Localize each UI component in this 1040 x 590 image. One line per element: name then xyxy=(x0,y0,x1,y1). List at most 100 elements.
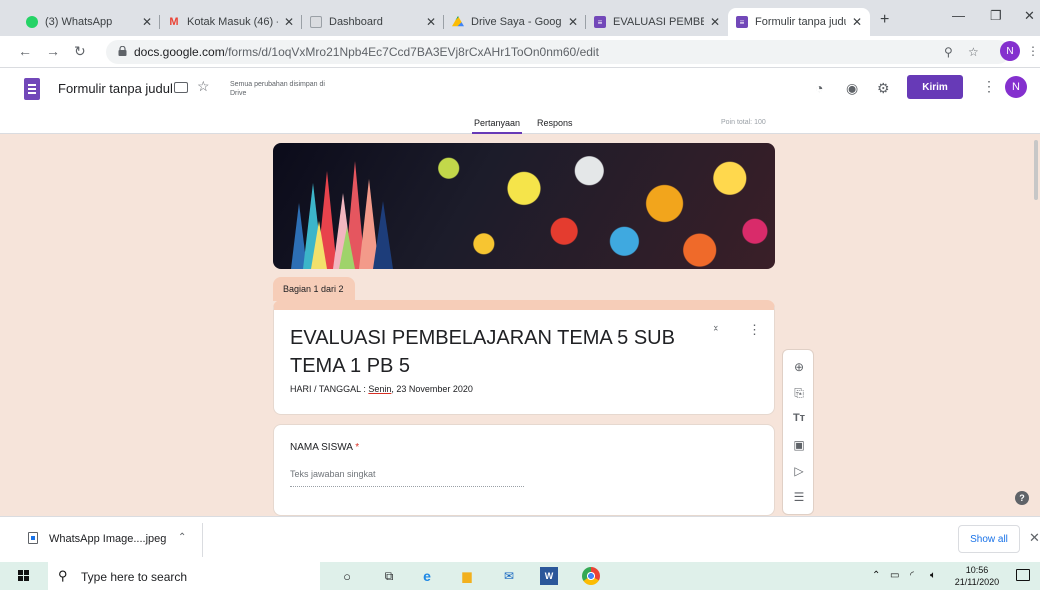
zoom-icon[interactable]: ⚲ xyxy=(944,45,953,59)
close-download-bar-icon[interactable]: ✕ xyxy=(1029,530,1040,546)
preview-eye-icon[interactable]: ◉ xyxy=(846,80,858,97)
gmail-icon: M xyxy=(169,16,179,28)
send-button[interactable]: Kirim xyxy=(907,75,963,99)
question-label: NAMA SISWA * xyxy=(290,442,359,453)
classroom-icon xyxy=(310,16,322,28)
form-title-card[interactable]: EVALUASI PEMBELAJARAN TEMA 5 SUB TEMA 1 … xyxy=(273,300,775,415)
section-indicator: Bagian 1 dari 2 xyxy=(273,277,355,301)
close-icon[interactable]: ✕ xyxy=(710,15,720,29)
palette-icon[interactable]: ◔ xyxy=(815,80,823,96)
short-answer-input[interactable]: Teks jawaban singkat xyxy=(290,469,524,487)
search-placeholder: Type here to search xyxy=(81,570,188,584)
question-card[interactable]: NAMA SISWA * Teks jawaban singkat xyxy=(273,424,775,516)
desc-day: Senin xyxy=(368,384,392,394)
total-points: Poin total: 100 xyxy=(721,119,766,126)
tab-whatsapp[interactable]: (3) WhatsApp ✕ xyxy=(18,8,160,36)
close-icon[interactable]: ✕ xyxy=(142,15,152,29)
restore-icon[interactable]: ❐ xyxy=(990,8,1002,24)
add-title-icon[interactable]: Tт xyxy=(783,412,815,424)
browser-tab-strip: (3) WhatsApp ✕ M Kotak Masuk (46) - n ✕ … xyxy=(0,0,1040,36)
add-image-icon[interactable]: ▣ xyxy=(783,438,815,452)
wifi-icon[interactable]: ◜ xyxy=(910,570,914,581)
notification-icon[interactable] xyxy=(1016,569,1030,581)
show-all-button[interactable]: Show all xyxy=(958,525,1020,553)
tab-formulir-active[interactable]: ≡ Formulir tanpa judul ✕ xyxy=(728,8,870,36)
browser-menu-icon[interactable]: ⋮ xyxy=(1027,44,1039,58)
tab-title: Formulir tanpa judul xyxy=(755,16,846,28)
add-section-icon[interactable]: ☰ xyxy=(783,490,815,504)
image-file-icon xyxy=(28,532,38,544)
edge-icon[interactable]: e xyxy=(418,567,436,585)
document-title[interactable]: Formulir tanpa judul xyxy=(58,81,173,96)
clock-time: 10:56 xyxy=(965,565,989,575)
profile-avatar[interactable]: N xyxy=(1000,41,1020,61)
close-icon[interactable]: ✕ xyxy=(426,15,436,29)
lock-icon xyxy=(118,46,127,56)
tab-evaluasi[interactable]: ≡ EVALUASI PEMBELAJ ✕ xyxy=(586,8,728,36)
import-questions-icon[interactable]: ⎘ xyxy=(783,386,815,401)
tray-chevron-icon[interactable]: ⌃ xyxy=(872,570,880,581)
tab-dashboard[interactable]: Dashboard ✕ xyxy=(302,8,444,36)
volume-icon[interactable]: 🔈︎ xyxy=(930,570,936,581)
url-text: docs.google.com/forms/d/1oqVxMro21Npb4Ec… xyxy=(134,45,599,59)
chrome-icon[interactable] xyxy=(582,567,600,585)
battery-icon[interactable]: ▭ xyxy=(890,570,899,581)
search-icon: ⚲ xyxy=(58,568,68,583)
download-file-name[interactable]: WhatsApp Image....jpeg xyxy=(49,533,166,545)
clock-date: 21/11/2020 xyxy=(954,577,1000,587)
address-toolbar: ← → ↻ docs.google.com/forms/d/1oqVxMro21… xyxy=(0,36,1040,68)
required-asterisk: * xyxy=(355,442,360,453)
new-tab-button[interactable]: + xyxy=(880,11,889,29)
back-icon[interactable]: ← xyxy=(18,43,32,59)
desc-prefix: HARI / TANGGAL : xyxy=(290,384,369,394)
chevron-up-icon[interactable]: ⌃ xyxy=(178,532,186,543)
file-explorer-icon[interactable]: ▆ xyxy=(458,567,476,585)
drive-icon xyxy=(452,16,464,27)
system-clock[interactable]: 10:56 21/11/2020 xyxy=(950,564,1004,588)
close-icon[interactable]: ✕ xyxy=(852,15,862,29)
word-icon[interactable]: W xyxy=(540,567,558,585)
cortana-icon[interactable]: ○ xyxy=(338,567,356,585)
close-icon[interactable]: ✕ xyxy=(284,15,294,29)
bookmark-star-icon[interactable]: ☆ xyxy=(968,45,979,59)
close-icon[interactable]: ✕ xyxy=(568,15,578,29)
form-description[interactable]: HARI / TANGGAL : Senin, 23 November 2020 xyxy=(290,384,473,394)
star-icon[interactable]: ☆ xyxy=(197,78,210,95)
form-title[interactable]: EVALUASI PEMBELAJARAN TEMA 5 SUB TEMA 1 … xyxy=(290,324,690,380)
window-close-icon[interactable]: ✕ xyxy=(1024,8,1035,24)
folder-icon[interactable] xyxy=(174,82,188,93)
url-path: /forms/d/1oqVxMro21Npb4Ec7Ccd7BA3EVj8rCx… xyxy=(224,45,599,59)
download-bar: WhatsApp Image....jpeg ⌃ Show all ✕ xyxy=(0,516,1040,562)
tab-title: EVALUASI PEMBELAJ xyxy=(613,16,704,28)
page-scrollbar[interactable] xyxy=(1034,140,1038,200)
tab-questions[interactable]: Pertanyaan xyxy=(471,118,523,134)
add-video-icon[interactable]: ▷ xyxy=(783,464,815,478)
mail-icon[interactable]: ✉ xyxy=(500,567,518,585)
reload-icon[interactable]: ↻ xyxy=(74,43,86,60)
section-more-icon[interactable]: ⋮ xyxy=(748,322,761,338)
tab-responses[interactable]: Respons xyxy=(537,118,573,128)
url-host: docs.google.com xyxy=(134,45,225,59)
tab-drive[interactable]: Drive Saya - Google ✕ xyxy=(444,8,586,36)
desc-suffix: , 23 November 2020 xyxy=(391,384,473,394)
tab-gmail[interactable]: M Kotak Masuk (46) - n ✕ xyxy=(160,8,302,36)
collapse-section-icon[interactable]: ⌄ ⌃ xyxy=(712,321,720,337)
forward-icon[interactable]: → xyxy=(46,43,60,59)
forms-icon: ≡ xyxy=(594,16,606,28)
taskbar-search[interactable]: ⚲ Type here to search xyxy=(48,562,320,590)
more-options-icon[interactable]: ⋮ xyxy=(982,78,996,95)
whatsapp-icon xyxy=(26,16,38,28)
forms-icon: ≡ xyxy=(736,16,748,28)
help-icon[interactable]: ? xyxy=(1015,491,1029,505)
minimize-icon[interactable]: — xyxy=(952,8,965,23)
account-avatar[interactable]: N xyxy=(1005,76,1027,98)
forms-logo-icon[interactable] xyxy=(24,78,40,100)
question-text: NAMA SISWA xyxy=(290,442,353,453)
colored-pencils-image xyxy=(291,161,393,269)
settings-gear-icon[interactable]: ⚙ xyxy=(877,80,890,97)
task-view-icon[interactable]: ⧉ xyxy=(380,567,398,585)
windows-start-icon[interactable] xyxy=(18,570,30,582)
url-bar[interactable]: docs.google.com/forms/d/1oqVxMro21Npb4Ec… xyxy=(106,40,1010,64)
saved-status: Semua perubahan disimpan di Drive xyxy=(230,81,325,97)
add-question-icon[interactable]: ⊕ xyxy=(783,360,815,374)
